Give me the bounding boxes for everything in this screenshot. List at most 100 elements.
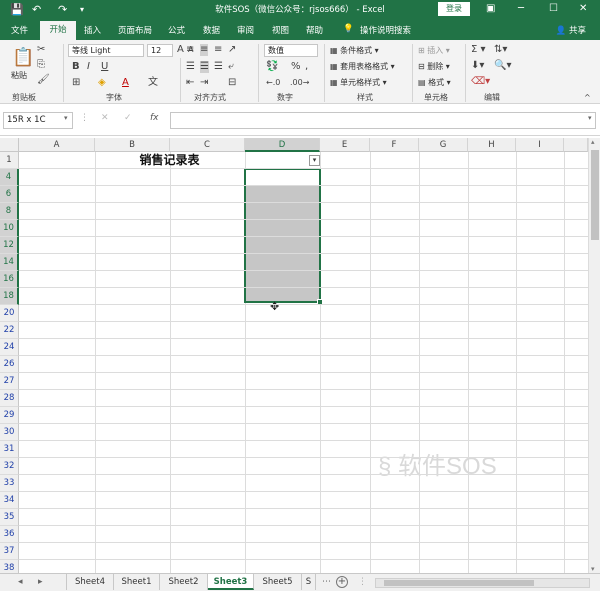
- column-header-a[interactable]: A: [19, 138, 95, 152]
- tab-file[interactable]: 文件: [11, 24, 28, 36]
- borders-icon[interactable]: ⊞: [72, 77, 80, 89]
- sheet-tab-sheet2[interactable]: Sheet2: [160, 574, 208, 590]
- row-header[interactable]: 34: [0, 492, 19, 509]
- row-header[interactable]: 10: [0, 220, 19, 237]
- column-header-e[interactable]: E: [320, 138, 370, 152]
- worksheet-grid[interactable]: A B C D E F G H I 销售记录表 ▾ ✥ § 软件SOS 1468…: [0, 138, 588, 573]
- row-header[interactable]: 4: [0, 169, 19, 186]
- tab-insert[interactable]: 插入: [84, 24, 101, 36]
- maximize-icon[interactable]: ☐: [549, 2, 558, 16]
- align-left-icon[interactable]: ☰: [186, 61, 195, 73]
- percent-button[interactable]: %: [291, 61, 301, 73]
- ribbon-display-icon[interactable]: ▣: [486, 2, 495, 16]
- font-name-select[interactable]: 等线 Light: [68, 44, 144, 57]
- name-box[interactable]: 15R x 1C: [3, 112, 73, 129]
- row-header[interactable]: 14: [0, 254, 19, 271]
- align-center-icon[interactable]: ☰: [200, 61, 209, 73]
- name-box-dropdown-icon[interactable]: ▾: [64, 114, 68, 122]
- prev-sheet-icon[interactable]: ◂: [18, 577, 23, 587]
- decrease-indent-icon[interactable]: ⇤: [186, 77, 194, 89]
- align-bottom-icon[interactable]: ≡: [214, 44, 222, 56]
- accounting-format-icon[interactable]: 💱: [266, 61, 278, 73]
- row-header[interactable]: 33: [0, 475, 19, 492]
- row-header[interactable]: 1: [0, 152, 19, 169]
- find-select-icon[interactable]: 🔍▾: [494, 60, 511, 72]
- cell-styles-button[interactable]: ▦ 单元格样式 ▾: [330, 77, 387, 88]
- collapse-ribbon-icon[interactable]: ^: [584, 92, 591, 104]
- vertical-scroll-thumb[interactable]: [591, 150, 599, 240]
- column-header-partial[interactable]: [564, 138, 588, 152]
- format-painter-icon[interactable]: 🖌: [37, 74, 50, 86]
- column-header-b[interactable]: B: [95, 138, 170, 152]
- number-format-select[interactable]: 数值: [264, 44, 318, 57]
- row-header[interactable]: 31: [0, 441, 19, 458]
- tab-help[interactable]: 帮助: [306, 24, 323, 36]
- tab-review[interactable]: 审阅: [237, 24, 254, 36]
- row-header[interactable]: 26: [0, 356, 19, 373]
- row-header[interactable]: 24: [0, 339, 19, 356]
- autosum-icon[interactable]: Σ ▾: [471, 44, 486, 56]
- row-header[interactable]: 29: [0, 407, 19, 424]
- underline-button[interactable]: U: [101, 61, 108, 73]
- row-header[interactable]: 35: [0, 509, 19, 526]
- tab-view[interactable]: 视图: [272, 24, 289, 36]
- next-sheet-icon[interactable]: ▸: [38, 577, 43, 587]
- cut-icon[interactable]: ✂: [37, 44, 45, 56]
- font-size-select[interactable]: 12: [147, 44, 173, 57]
- format-as-table-button[interactable]: ▦ 套用表格格式 ▾: [330, 61, 395, 72]
- add-sheet-button[interactable]: +: [336, 576, 348, 588]
- insert-function-button[interactable]: fx: [150, 113, 159, 123]
- sheet-tab-sheet3[interactable]: Sheet3: [208, 574, 254, 590]
- column-header-c[interactable]: C: [170, 138, 245, 152]
- bold-button[interactable]: B: [72, 61, 80, 73]
- row-header[interactable]: 8: [0, 203, 19, 220]
- horizontal-scroll-thumb[interactable]: [384, 580, 534, 586]
- row-header[interactable]: 30: [0, 424, 19, 441]
- delete-cells-button[interactable]: ⊟ 删除 ▾: [418, 61, 450, 72]
- sheet-tab-partial[interactable]: S: [302, 574, 316, 590]
- cancel-icon[interactable]: ✕: [101, 113, 109, 123]
- column-header-i[interactable]: I: [516, 138, 564, 152]
- formula-input[interactable]: [170, 112, 596, 129]
- decrease-decimal-icon[interactable]: .00→: [290, 77, 309, 89]
- sheet-tab-sheet5[interactable]: Sheet5: [254, 574, 302, 590]
- increase-indent-icon[interactable]: ⇥: [200, 77, 208, 89]
- conditional-format-button[interactable]: ▦ 条件格式 ▾: [330, 45, 379, 56]
- copy-icon[interactable]: ⎘: [37, 59, 45, 71]
- italic-button[interactable]: I: [87, 61, 90, 73]
- tab-formulas[interactable]: 公式: [168, 24, 185, 36]
- paste-icon[interactable]: 📋: [12, 48, 34, 68]
- align-top-icon[interactable]: ≡: [186, 44, 194, 56]
- column-header-f[interactable]: F: [370, 138, 419, 152]
- sort-filter-icon[interactable]: ⇅▾: [494, 44, 507, 56]
- orientation-icon[interactable]: ↗: [228, 44, 236, 56]
- row-header[interactable]: 22: [0, 322, 19, 339]
- font-color-icon[interactable]: A: [122, 77, 129, 89]
- increase-font-icon[interactable]: A: [177, 44, 184, 56]
- share-button[interactable]: 👤 共享: [556, 24, 586, 36]
- merge-center-icon[interactable]: ⊟: [228, 77, 236, 89]
- increase-decimal-icon[interactable]: ←.0: [266, 77, 280, 89]
- row-header[interactable]: 37: [0, 543, 19, 560]
- vertical-scrollbar[interactable]: ▴ ▾: [588, 138, 600, 573]
- filter-dropdown-icon[interactable]: ▾: [309, 155, 320, 166]
- clear-icon[interactable]: ⌫▾: [471, 76, 490, 88]
- row-header[interactable]: 36: [0, 526, 19, 543]
- title-cell[interactable]: 销售记录表: [95, 152, 244, 169]
- column-header-h[interactable]: H: [468, 138, 516, 152]
- tab-page-layout[interactable]: 页面布局: [118, 24, 152, 36]
- horizontal-scrollbar[interactable]: [375, 578, 590, 588]
- close-icon[interactable]: ✕: [579, 2, 587, 16]
- comma-style-icon[interactable]: ,: [305, 61, 308, 73]
- sheet-tab-sheet4[interactable]: Sheet4: [66, 574, 114, 590]
- align-middle-icon[interactable]: ≡: [200, 44, 209, 56]
- row-header[interactable]: 32: [0, 458, 19, 475]
- row-header[interactable]: 6: [0, 186, 19, 203]
- row-header[interactable]: 18: [0, 288, 19, 305]
- scroll-down-icon[interactable]: ▾: [591, 565, 595, 573]
- minimize-icon[interactable]: ─: [518, 2, 524, 16]
- more-sheets-icon[interactable]: ⋯: [322, 577, 331, 587]
- format-cells-button[interactable]: ▤ 格式 ▾: [418, 77, 451, 88]
- row-header[interactable]: 16: [0, 271, 19, 288]
- tell-me-search[interactable]: 操作说明搜索: [360, 24, 411, 36]
